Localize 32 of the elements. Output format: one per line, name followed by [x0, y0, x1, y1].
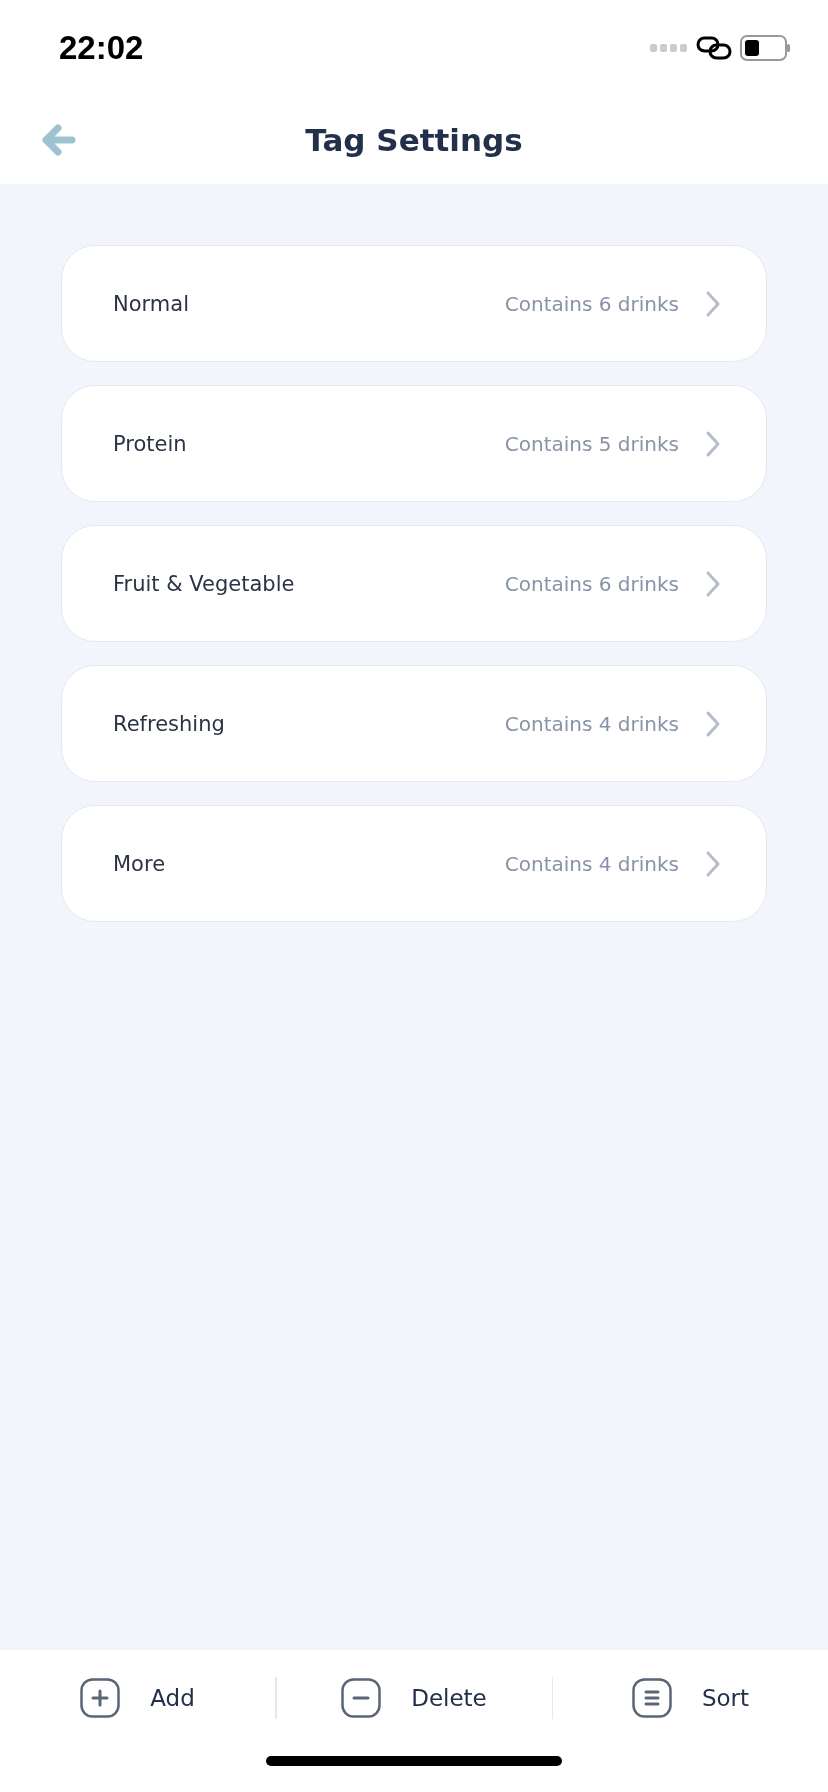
tag-row[interactable]: Refreshing Contains 4 drinks — [61, 665, 767, 782]
status-time: 22:02 — [59, 29, 144, 67]
tag-name: More — [113, 851, 167, 876]
sort-button[interactable]: Sort — [553, 1678, 828, 1718]
tag-row[interactable]: Fruit & Vegetable Contains 6 drinks — [61, 525, 767, 642]
battery-icon — [740, 35, 790, 61]
drink-count: Contains 5 drinks — [504, 431, 679, 456]
back-arrow-icon[interactable] — [42, 124, 76, 156]
drink-count: Contains 6 drinks — [504, 291, 679, 316]
chevron-right-icon — [705, 849, 721, 878]
tag-name: Refreshing — [113, 711, 226, 736]
chevron-right-icon — [705, 569, 721, 598]
tag-row[interactable]: More Contains 4 drinks — [61, 805, 767, 922]
delete-button[interactable]: Delete — [276, 1678, 552, 1718]
add-button[interactable]: Add — [0, 1678, 275, 1718]
lines-icon — [631, 1678, 672, 1718]
chevron-right-icon — [705, 429, 721, 458]
chevron-right-icon — [705, 709, 721, 738]
plus-icon — [80, 1678, 121, 1718]
minus-icon — [341, 1678, 382, 1718]
tag-name: Normal — [113, 291, 190, 316]
tag-row[interactable]: Protein Contains 5 drinks — [61, 385, 767, 502]
drink-count: Contains 4 drinks — [504, 711, 679, 736]
drink-count: Contains 6 drinks — [504, 571, 679, 596]
tag-name: Protein — [113, 431, 188, 456]
chevron-right-icon — [705, 289, 721, 318]
tag-name: Fruit & Vegetable — [113, 571, 296, 596]
tag-row[interactable]: Normal Contains 6 drinks — [61, 245, 767, 362]
drink-count: Contains 4 drinks — [504, 851, 679, 876]
signal-icon — [650, 44, 688, 52]
link-icon — [696, 36, 732, 60]
page-title: Tag Settings — [305, 122, 523, 158]
